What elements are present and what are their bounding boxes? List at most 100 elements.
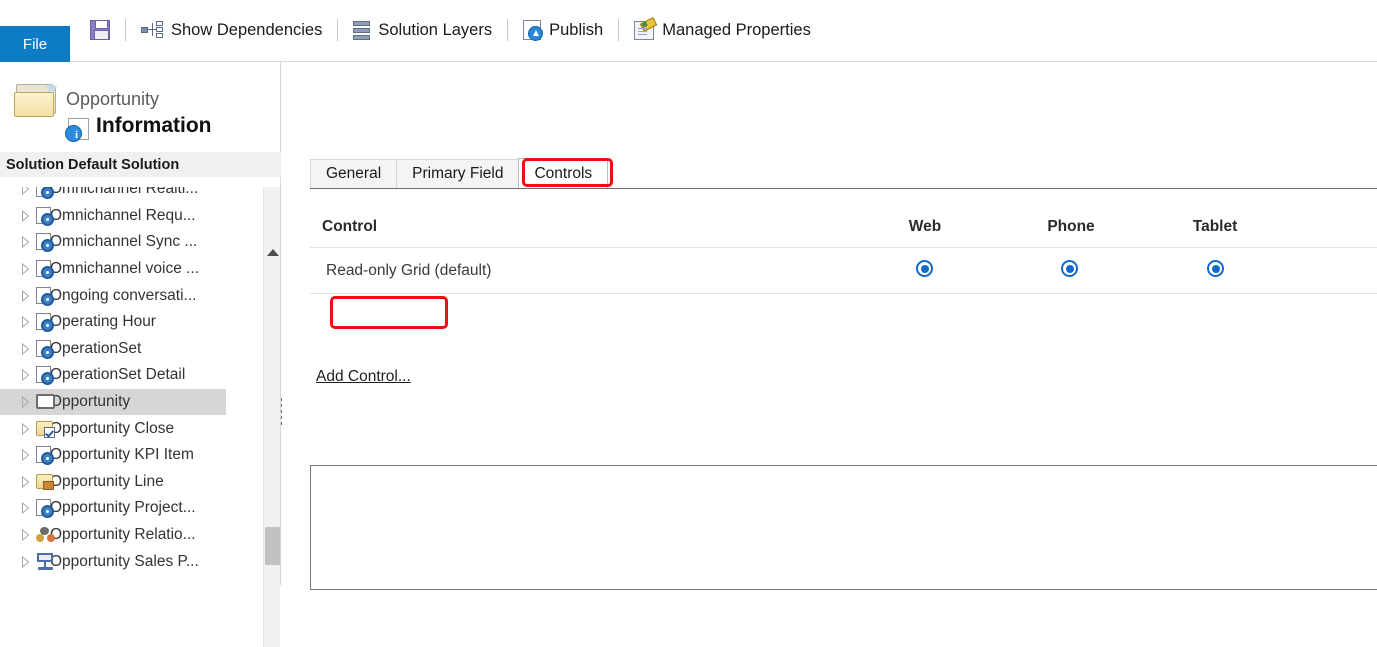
entity-folder-check-icon (36, 420, 55, 438)
sidebar-item-label: Opportunity Close (50, 419, 175, 437)
expand-arrow-icon[interactable] (21, 236, 30, 249)
solution-layers-label: Solution Layers (378, 20, 493, 39)
sidebar-item-label: Operating Hour (50, 313, 156, 331)
sidebar-item-opportunity-kpi-item[interactable]: Opportunity KPI Item (0, 442, 255, 469)
solution-layers-button[interactable]: Solution Layers (347, 15, 498, 45)
left-navigation-pane: Opportunity Information Solution Default… (0, 62, 281, 647)
save-icon (90, 20, 110, 40)
expand-arrow-icon[interactable] (21, 209, 30, 222)
sidebar-item-omnichannel-requ[interactable]: Omnichannel Requ... (0, 203, 255, 230)
expand-arrow-icon[interactable] (21, 449, 30, 462)
publish-icon (523, 20, 544, 41)
tab-general[interactable]: General (310, 159, 398, 188)
solution-layers-icon (353, 20, 371, 40)
entity-people-icon (36, 526, 55, 544)
sidebar-item-operating-hour[interactable]: Operating Hour (0, 309, 255, 336)
show-dependencies-label: Show Dependencies (171, 20, 323, 39)
solution-name-bar: Solution Default Solution (0, 152, 281, 177)
table-row[interactable]: Read-only Grid (default) (310, 248, 1377, 294)
entity-frame-icon (36, 393, 55, 411)
entity-doc-gear-icon (36, 233, 55, 253)
sidebar-item-label: OperationSet Detail (50, 366, 186, 384)
sidebar-item-operationset[interactable]: OperationSet (0, 336, 255, 363)
information-page-icon (65, 118, 89, 143)
managed-properties-button[interactable]: Managed Properties (628, 15, 817, 45)
expand-arrow-icon[interactable] (21, 187, 30, 196)
sidebar-item-label: Omnichannel voice ... (50, 260, 200, 278)
ribbon-divider (507, 19, 509, 41)
sidebar-item-ongoing-conversati[interactable]: Ongoing conversati... (0, 282, 255, 309)
tab-label: Controls (534, 164, 593, 182)
sidebar-item-opportunity[interactable]: Opportunity (0, 388, 226, 416)
main-content: General Primary Field Controls Control Web… (282, 62, 1377, 590)
sidebar-item-label: Opportunity Project... (50, 499, 196, 517)
tab-controls[interactable]: Controls (518, 158, 609, 188)
sidebar-item-opportunity-relatio[interactable]: Opportunity Relatio... (0, 522, 255, 549)
expand-arrow-icon[interactable] (21, 475, 30, 488)
sidebar-item-opportunity-sales-p[interactable]: Opportunity Sales P... (0, 548, 255, 575)
tab-label: Primary Field (412, 165, 504, 182)
entity-doc-gear-icon (36, 206, 55, 226)
sidebar-item-opportunity-line[interactable]: Opportunity Line (0, 469, 255, 496)
sidebar-item-label: Omnichannel Sync ... (50, 233, 198, 251)
expand-arrow-icon[interactable] (21, 289, 30, 302)
tab-bar: General Primary Field Controls (310, 158, 609, 188)
ribbon-toolbar: File Show Dependencies Solution Layers P… (0, 0, 1377, 62)
column-header-tablet: Tablet (1192, 218, 1238, 235)
grid-header-row: Control Web Phone Tablet (310, 202, 1377, 248)
managed-properties-icon (634, 20, 655, 40)
sidebar-item-omnichannel-realti[interactable]: Omnichannel Realti... (0, 187, 255, 203)
publish-label: Publish (549, 20, 604, 39)
tab-primary-field[interactable]: Primary Field (396, 159, 520, 188)
sidebar-item-label: Ongoing conversati... (50, 286, 197, 304)
radio-phone[interactable] (1061, 260, 1078, 277)
sidebar-item-label: Opportunity KPI Item (50, 446, 194, 464)
sidebar-item-label: OperationSet (50, 339, 142, 357)
sidebar-item-omnichannel-sync[interactable]: Omnichannel Sync ... (0, 229, 255, 256)
tab-bar-underline (310, 188, 1377, 189)
save-button[interactable] (84, 15, 116, 45)
entity-doc-gear-icon (36, 286, 55, 306)
entity-header: Opportunity Information (0, 62, 281, 152)
publish-button[interactable]: Publish (517, 15, 609, 45)
expand-arrow-icon[interactable] (21, 555, 30, 568)
expand-arrow-icon[interactable] (21, 502, 30, 515)
radio-web[interactable] (916, 260, 933, 277)
entity-doc-gear-icon (36, 187, 55, 200)
expand-arrow-icon[interactable] (21, 369, 30, 382)
ribbon-command-group: Show Dependencies Solution Layers Publis… (84, 0, 817, 60)
sidebar-item-label: Opportunity Sales P... (50, 552, 199, 570)
control-name-label: Read-only Grid (default) (326, 262, 492, 279)
expand-arrow-icon[interactable] (21, 263, 30, 276)
sidebar-item-opportunity-close[interactable]: Opportunity Close (0, 415, 255, 442)
entity-process-icon (36, 552, 55, 571)
expand-arrow-icon[interactable] (21, 422, 30, 435)
expand-arrow-icon[interactable] (21, 529, 30, 542)
entity-doc-gear-icon (36, 366, 55, 386)
expand-arrow-icon[interactable] (21, 396, 30, 409)
scrollbar-thumb[interactable] (265, 527, 280, 565)
expand-arrow-icon[interactable] (21, 316, 30, 329)
ribbon-divider (337, 19, 339, 41)
file-tab-button[interactable]: File (0, 26, 70, 62)
scroll-up-arrow-icon[interactable] (267, 249, 279, 256)
entity-folder-box-icon (36, 473, 55, 491)
page-title: Information (96, 114, 212, 137)
sidebar-item-label: Omnichannel Realti... (50, 187, 199, 198)
sidebar-scrollbar[interactable] (263, 187, 280, 647)
entity-tree: Omnichannel Realti... Omnichannel Requ...… (0, 187, 255, 647)
sidebar-item-operationset-detail[interactable]: OperationSet Detail (0, 362, 255, 389)
controls-grid: Control Web Phone Tablet Read-only Grid … (310, 202, 1377, 294)
control-properties-panel (310, 465, 1377, 590)
sidebar-item-opportunity-project[interactable]: Opportunity Project... (0, 495, 255, 522)
entity-doc-gear-icon (36, 260, 55, 280)
solution-folder-icon (14, 82, 60, 120)
sidebar-item-omnichannel-voice[interactable]: Omnichannel voice ... (0, 256, 255, 283)
sidebar-item-label: Opportunity Line (50, 472, 164, 490)
column-header-phone: Phone (1047, 218, 1095, 235)
add-control-link[interactable]: Add Control... (310, 365, 417, 389)
show-dependencies-button[interactable]: Show Dependencies (135, 15, 328, 45)
radio-tablet[interactable] (1207, 260, 1224, 277)
expand-arrow-icon[interactable] (21, 342, 30, 355)
sidebar-item-label: Omnichannel Requ... (50, 206, 196, 224)
